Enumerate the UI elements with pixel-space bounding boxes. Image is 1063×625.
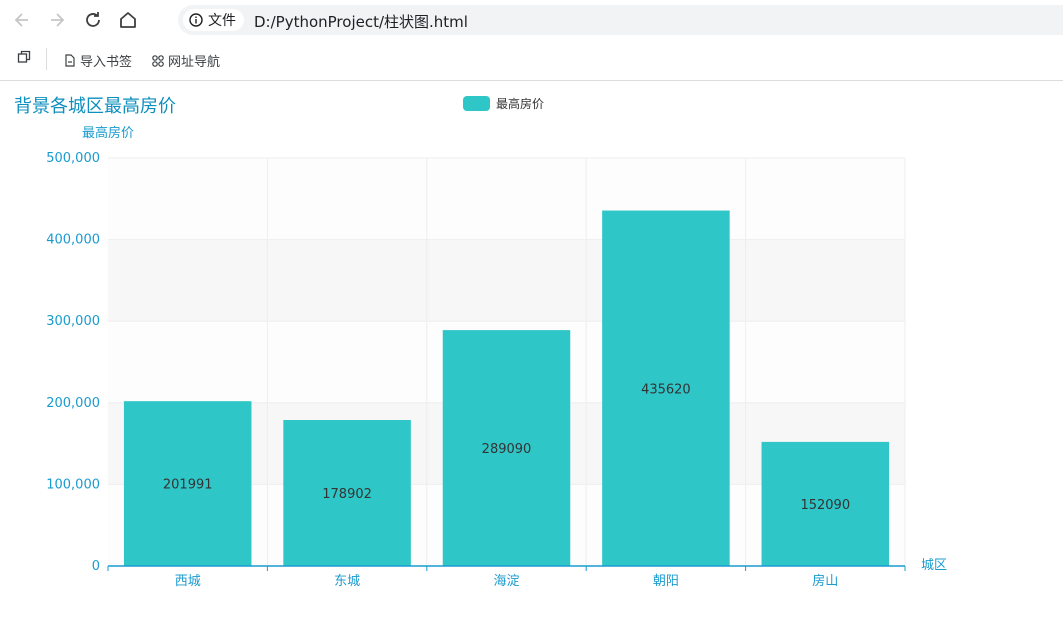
legend[interactable]: 最高房价 [463, 96, 544, 111]
grid-band [108, 158, 905, 240]
bar-value-label: 201991 [163, 478, 213, 493]
doc-icon [65, 54, 75, 67]
legend-label: 最高房价 [496, 96, 544, 111]
x-tick-label: 房山 [812, 573, 838, 589]
y-tick-label: 400,000 [46, 233, 100, 248]
y-tick-label: 100,000 [46, 477, 100, 492]
bar-chart: 背景各城区最高房价 最高房价 最高房价 城区 0 100,000 200,000 30… [14, 96, 947, 589]
legend-swatch [463, 96, 490, 111]
address-bar[interactable]: 文件 D:/PythonProject/柱状图.html [178, 5, 1063, 35]
arrow-right-icon [51, 13, 65, 27]
x-tick-label: 东城 [334, 574, 360, 589]
bar-value-label: 435620 [641, 382, 691, 397]
forward-button[interactable] [45, 8, 69, 32]
tab-groups-button[interactable] [17, 50, 31, 64]
plot-area: 0 100,000 200,000 300,000 400,000 500,000 2019… [46, 151, 906, 589]
bookmark-nav[interactable]: 网址导航 [152, 51, 220, 70]
y-tick-label: 500,000 [46, 151, 100, 166]
chart-title: 背景各城区最高房价 [14, 96, 176, 117]
url-text[interactable]: D:/PythonProject/柱状图.html [254, 11, 468, 32]
bookmark-nav-label: 网址导航 [168, 55, 221, 70]
site-info-label: 文件 [208, 13, 236, 29]
reload-button[interactable] [81, 8, 105, 32]
x-tick-label: 海淀 [493, 574, 519, 589]
arrow-left-icon [14, 13, 28, 27]
x-tick-label: 西城 [175, 574, 201, 589]
bar-value-label: 152090 [800, 498, 850, 513]
x-tick-label: 朝阳 [653, 574, 679, 589]
bookmarks-bar: 导入书签 网址导航 [0, 40, 1063, 81]
bar-value-label: 289090 [482, 442, 532, 457]
browser-toolbar: 文件 D:/PythonProject/柱状图.html [0, 0, 1063, 40]
y-axis-title: 最高房价 [82, 125, 134, 141]
copy-icon [17, 50, 31, 63]
home-button[interactable] [116, 8, 140, 32]
home-icon [120, 12, 136, 28]
x-axis-title: 城区 [921, 558, 947, 573]
reload-icon [86, 12, 100, 27]
bar-value-label: 178902 [322, 487, 372, 502]
y-tick-label: 0 [92, 559, 100, 574]
back-button[interactable] [10, 8, 34, 32]
site-info-chip[interactable]: 文件 [183, 9, 244, 31]
y-tick-label: 300,000 [46, 314, 100, 329]
grid-band [108, 239, 905, 322]
bookmark-divider [46, 48, 47, 70]
bookmark-import-label: 导入书签 [80, 55, 133, 70]
grid-icon [152, 54, 164, 67]
y-tick-label: 200,000 [46, 396, 100, 411]
info-icon [189, 13, 203, 27]
bookmark-import[interactable]: 导入书签 [64, 51, 132, 70]
